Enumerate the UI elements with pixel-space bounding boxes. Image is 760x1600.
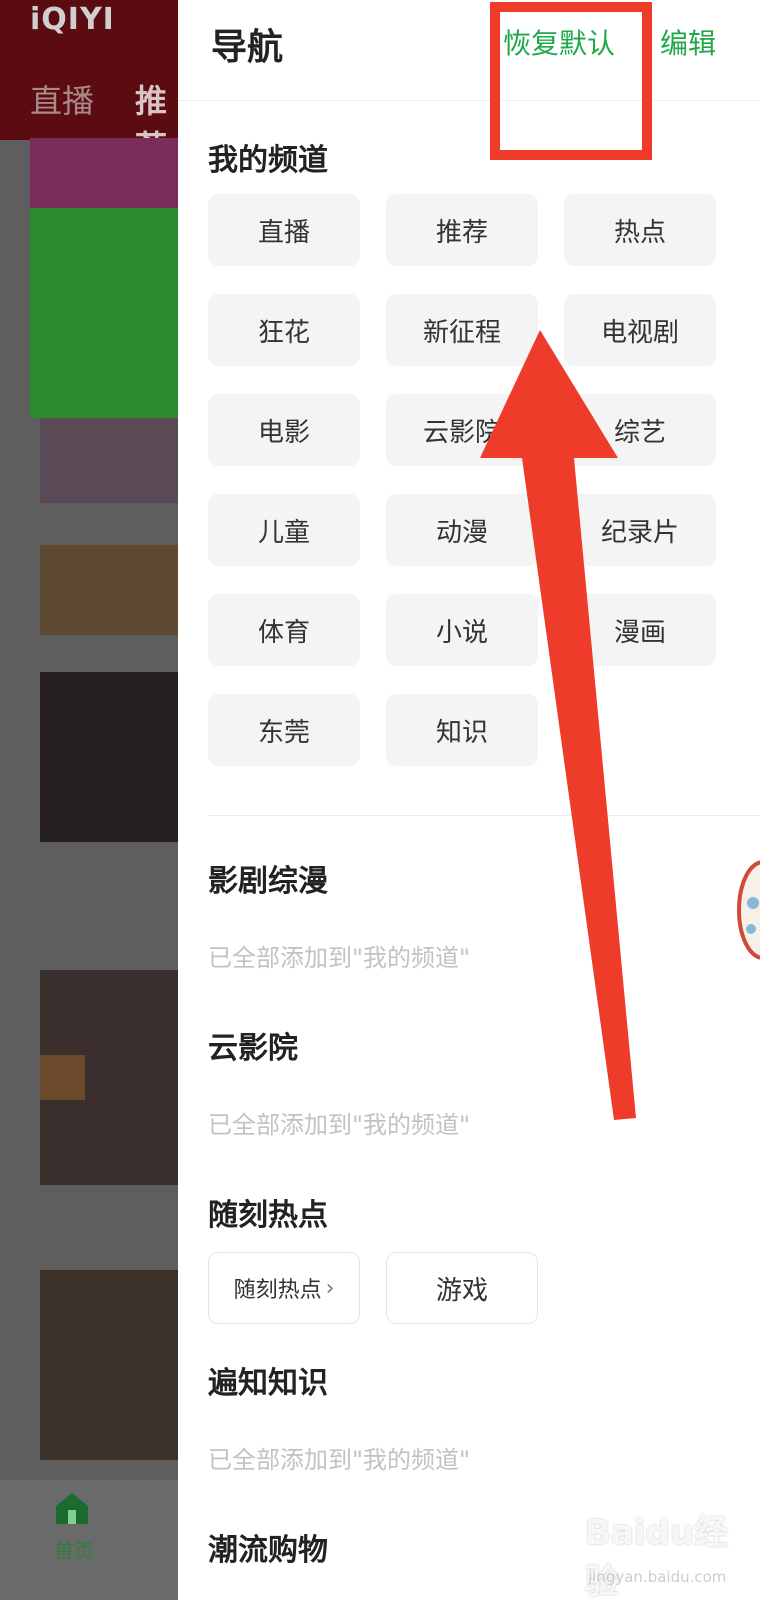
thumbnail-4-accent bbox=[40, 1055, 85, 1100]
home-nav-label[interactable]: 首页 bbox=[54, 1535, 94, 1564]
hot-topics-chip-label: 随刻热点 bbox=[233, 1278, 322, 1303]
edit-button[interactable]: 编辑 bbox=[660, 22, 716, 62]
navigation-drawer: 导航 恢复默认 编辑 我的频道 直播 推荐 热点 狂花 新征程 电视剧 电影 云… bbox=[178, 0, 760, 1600]
channel-chip[interactable]: 推荐 bbox=[386, 194, 538, 266]
background-app: iQIYI 直播 推荐 首页 bbox=[0, 0, 180, 1600]
hot-topics-chip[interactable]: 随刻热点 › bbox=[208, 1252, 360, 1324]
home-icon[interactable] bbox=[53, 1490, 91, 1526]
iqiyi-logo: iQIYI bbox=[30, 2, 115, 37]
annotation-arrow bbox=[480, 330, 636, 1120]
baidu-watermark-url: jingyan.baidu.com bbox=[588, 1568, 727, 1586]
thumbnail-1-band bbox=[40, 418, 180, 503]
channel-chip[interactable]: 狂花 bbox=[208, 294, 360, 366]
section-title-film-drama: 影剧综漫 bbox=[208, 864, 328, 899]
all-added-hint: 已全部添加到"我的频道" bbox=[208, 1111, 471, 1139]
my-channels-title: 我的频道 bbox=[208, 143, 328, 178]
games-chip[interactable]: 游戏 bbox=[386, 1252, 538, 1324]
thumbnail-3[interactable] bbox=[40, 672, 180, 842]
section-title-shopping: 潮流购物 bbox=[208, 1533, 328, 1568]
thumbnail-1-top bbox=[30, 138, 180, 208]
screen: iQIYI 直播 推荐 首页 导航 恢复默认 编辑 我的频道 直播 推荐 热点 … bbox=[0, 0, 760, 1600]
thumbnail-5[interactable] bbox=[40, 1270, 180, 1460]
thumbnail-2[interactable] bbox=[40, 545, 180, 635]
channel-chip[interactable]: 体育 bbox=[208, 594, 360, 666]
channel-chip[interactable]: 热点 bbox=[564, 194, 716, 266]
header-divider bbox=[178, 100, 760, 101]
channel-chip[interactable]: 儿童 bbox=[208, 494, 360, 566]
bg-tab-live[interactable]: 直播 bbox=[30, 76, 94, 122]
channel-chip[interactable]: 东莞 bbox=[208, 694, 360, 766]
section-title-cloud-cinema: 云影院 bbox=[208, 1031, 298, 1066]
channel-chip[interactable]: 电影 bbox=[208, 394, 360, 466]
chevron-right-icon: › bbox=[325, 1275, 335, 1301]
drawer-title: 导航 bbox=[211, 27, 284, 68]
all-added-hint: 已全部添加到"我的频道" bbox=[208, 1446, 471, 1474]
annotation-highlight-box bbox=[490, 2, 652, 160]
channel-chip[interactable]: 直播 bbox=[208, 194, 360, 266]
section-title-knowledge: 遍知知识 bbox=[208, 1366, 328, 1401]
mascot-sticker bbox=[737, 860, 760, 960]
section-title-hot-topics: 随刻热点 bbox=[208, 1198, 328, 1233]
all-added-hint: 已全部添加到"我的频道" bbox=[208, 944, 471, 972]
